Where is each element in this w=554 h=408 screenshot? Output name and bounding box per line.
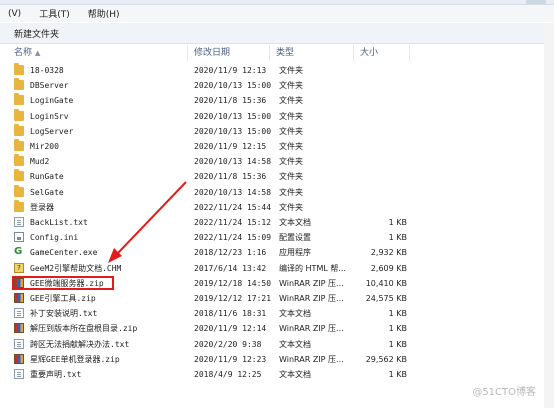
red-annotation-arrow xyxy=(108,181,187,263)
arrow-shaft xyxy=(117,181,187,254)
watermark: @51CTO博客 xyxy=(472,387,536,398)
